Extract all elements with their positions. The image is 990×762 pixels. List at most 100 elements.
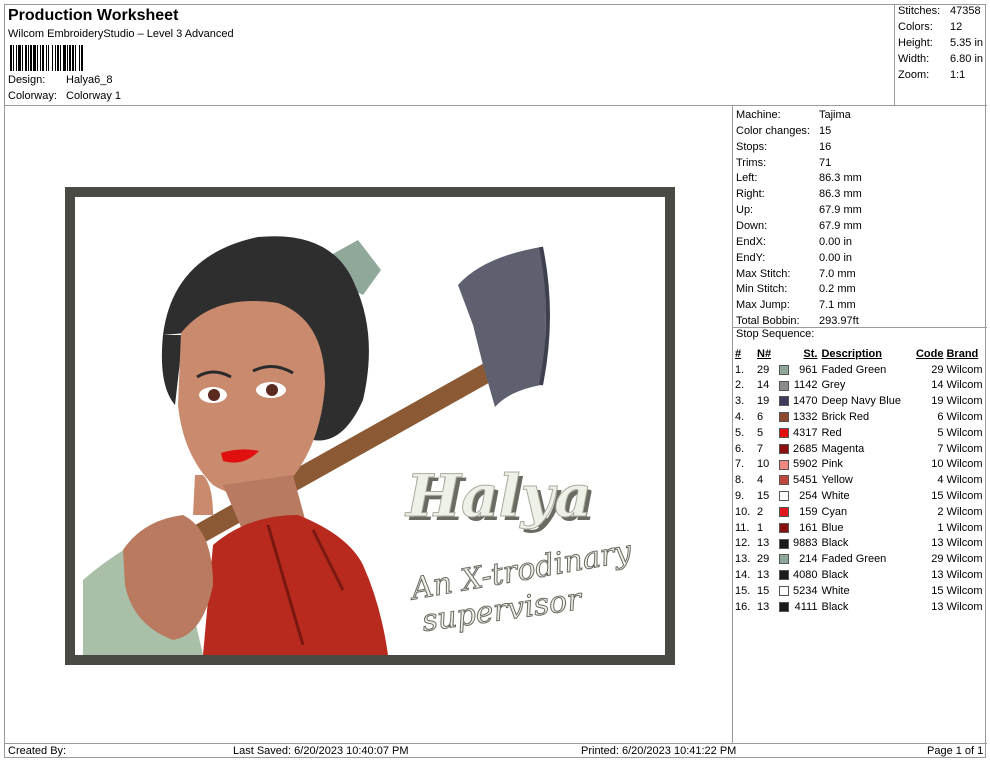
colorway-row: Colorway: Colorway 1: [8, 90, 121, 102]
colors-row: Colors: 12: [898, 21, 962, 33]
thread-description: Brick Red: [821, 411, 870, 424]
stop-index: 7.: [735, 458, 745, 471]
table-row: 9. 15 254 White 15 Wilcom: [735, 488, 986, 504]
color-swatch: [779, 538, 789, 549]
stop-index: 15.: [735, 584, 751, 597]
needle-number: 1: [757, 521, 764, 534]
thread-code: 15: [931, 584, 944, 597]
info-value: 7.0 mm: [819, 267, 856, 280]
thread-code: 14: [931, 379, 944, 392]
info-value: 67.9 mm: [819, 219, 862, 232]
thread-code: 7: [937, 442, 944, 455]
info-label: Right:: [736, 188, 765, 201]
stop-index: 9.: [735, 490, 745, 503]
design-value: Halya6_8: [66, 74, 113, 86]
stop-index: 5.: [735, 426, 745, 439]
needle-number: 7: [757, 442, 764, 455]
thread-code: 4: [937, 474, 944, 487]
thread-code: 19: [931, 395, 944, 408]
left-iris: [208, 389, 220, 401]
info-label: Color changes:: [736, 124, 810, 137]
thread-code: 6: [937, 411, 944, 424]
needle-number: 29: [757, 363, 770, 376]
colors-value: 12: [950, 21, 963, 33]
info-value: 293.97ft: [819, 315, 859, 328]
thread-brand: Wilcom: [946, 458, 983, 471]
stop-index: 3.: [735, 395, 745, 408]
info-row: Stops: 16: [736, 141, 831, 156]
col-brand: Brand: [946, 347, 979, 360]
thread-code: 13: [931, 537, 944, 550]
stop-index: 2.: [735, 379, 745, 392]
info-row: Machine: Tajima: [736, 109, 851, 124]
thread-brand: Wilcom: [946, 553, 983, 566]
page-title: Production Worksheet: [8, 7, 179, 24]
zoom-label: Zoom:: [898, 69, 930, 81]
thread-description: Cyan: [821, 505, 848, 518]
info-label: EndY:: [736, 251, 766, 264]
right-iris: [266, 384, 278, 396]
zoom-value: 1:1: [950, 69, 966, 81]
info-label: Max Jump:: [736, 299, 790, 312]
stop-index: 12.: [735, 537, 751, 550]
design-label: Design:: [8, 74, 46, 86]
needle-number: 13: [757, 537, 770, 550]
needle-number: 13: [757, 569, 770, 582]
thread-description: Black: [821, 537, 849, 550]
stop-index: 6.: [735, 442, 745, 455]
height-row: Height: 5.35 in: [898, 37, 983, 49]
color-swatch: [779, 554, 789, 565]
stitch-count: 4111: [794, 600, 818, 613]
info-row: Max Stitch: 7.0 mm: [736, 268, 856, 283]
info-label: Total Bobbin:: [736, 315, 800, 328]
info-value: 71: [819, 156, 832, 169]
color-swatch: [779, 506, 789, 517]
footer: Created By: Last Saved: 6/20/2023 10:40:…: [5, 743, 987, 759]
color-swatch: [779, 364, 789, 375]
stitch-count: 2685: [793, 442, 818, 455]
needle-number: 29: [757, 553, 770, 566]
info-row: Up: 67.9 mm: [736, 204, 862, 219]
thread-code: 2: [937, 505, 944, 518]
info-row: Max Jump: 7.1 mm: [736, 299, 856, 314]
stitches-row: Stitches: 47358: [898, 5, 981, 17]
summary-panel: Stitches: 47358 Colors: 12 Height: 5.35 in …: [895, 5, 987, 106]
color-swatch: [779, 585, 789, 596]
thread-code: 1: [937, 521, 944, 534]
stop-index: 1.: [735, 363, 745, 376]
stitch-count: 5234: [793, 584, 818, 597]
table-row: 1. 29 961 Faded Green 29 Wilcom: [735, 362, 986, 378]
printed-date: Printed: 6/20/2023 10:41:22 PM: [581, 745, 737, 757]
thread-code: 29: [931, 553, 944, 566]
thread-description: Faded Green: [821, 553, 887, 566]
width-label: Width:: [898, 53, 930, 65]
stitch-count: 961: [799, 363, 818, 376]
stop-sequence-title: Stop Sequence:: [736, 328, 815, 340]
table-row: 16. 13 4111 Black 13 Wilcom: [735, 599, 986, 615]
table-row: 12. 13 9883 Black 13 Wilcom: [735, 536, 986, 552]
table-row: 8. 4 5451 Yellow 4 Wilcom: [735, 472, 986, 488]
info-value: 0.00 in: [819, 251, 853, 264]
info-value: 16: [819, 140, 832, 153]
barcode: [10, 45, 141, 71]
stitches-label: Stitches:: [898, 5, 941, 17]
col-index: #: [735, 347, 742, 360]
thread-code: 5: [937, 426, 944, 439]
thread-code: 13: [931, 569, 944, 582]
thread-brand: Wilcom: [946, 395, 983, 408]
col-description: Description: [821, 347, 882, 360]
stop-index: 10.: [735, 505, 751, 518]
info-row: Color changes: 15: [736, 125, 831, 140]
table-row: 6. 7 2685 Magenta 7 Wilcom: [735, 441, 986, 457]
color-swatch: [779, 522, 789, 533]
color-swatch: [779, 396, 789, 407]
design-preview: Halya Halya An X-trodinary supervisor: [5, 106, 733, 743]
color-swatch: [779, 380, 789, 391]
needle-number: 4: [757, 474, 764, 487]
stitches-value: 47358: [950, 5, 981, 17]
color-swatch: [779, 601, 789, 612]
info-value: 15: [819, 124, 832, 137]
thread-code: 15: [931, 490, 944, 503]
thread-brand: Wilcom: [946, 569, 983, 582]
stop-index: 13.: [735, 553, 751, 566]
